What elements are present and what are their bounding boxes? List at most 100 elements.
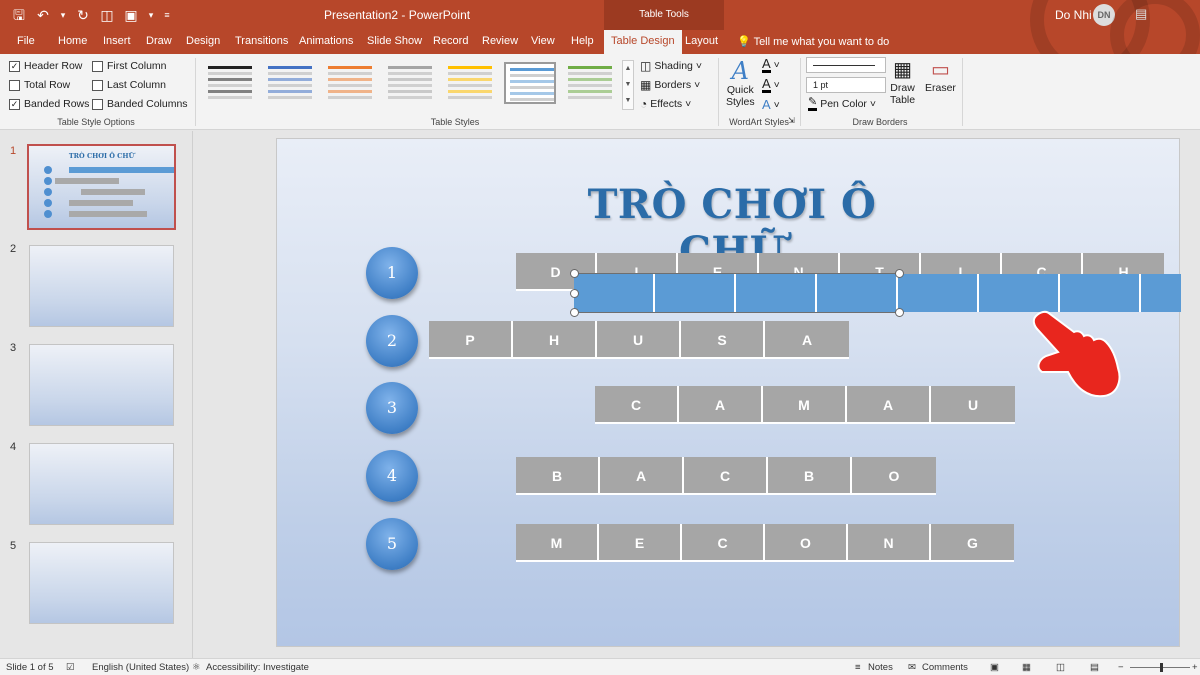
save-icon[interactable]: 🖫 — [10, 6, 28, 24]
letter-cell[interactable]: E — [599, 524, 682, 562]
gallery-scroll-arrows[interactable]: ▲ ▼ ▼ — [622, 60, 634, 110]
number-circle-4[interactable]: 4 — [366, 450, 418, 502]
letter-cell[interactable]: C — [595, 386, 679, 424]
tab-design[interactable]: Design — [186, 35, 220, 47]
tab-transitions[interactable]: Transitions — [235, 35, 288, 47]
slide-thumbnail-2[interactable] — [29, 245, 174, 327]
reading-view-icon[interactable]: ◫ — [1056, 662, 1065, 673]
number-circle-2[interactable]: 2 — [366, 315, 418, 367]
word-row-5[interactable]: MECONG — [516, 524, 1014, 562]
accessibility-icon[interactable]: ⚛ — [192, 662, 201, 673]
letter-cell[interactable]: M — [763, 386, 847, 424]
word-row-2[interactable]: PHUSA — [429, 321, 849, 359]
customize-qat-icon[interactable]: ≡ — [162, 6, 172, 24]
selected-table-cell[interactable] — [655, 274, 736, 312]
wordart-dialog-launcher-icon[interactable]: ⇲ — [788, 116, 795, 125]
letter-cell[interactable]: O — [765, 524, 848, 562]
letter-cell[interactable]: U — [597, 321, 681, 359]
normal-view-icon[interactable]: ▣ — [990, 662, 999, 673]
letter-cell[interactable]: P — [429, 321, 513, 359]
resize-handle[interactable] — [895, 269, 904, 278]
spell-check-icon[interactable]: ☑ — [66, 662, 75, 673]
slide-sorter-icon[interactable]: ▦ — [1022, 662, 1031, 673]
resize-handle[interactable] — [895, 308, 904, 317]
tab-insert[interactable]: Insert — [103, 35, 131, 47]
letter-cell[interactable]: B — [768, 457, 852, 495]
table-style-swatch[interactable] — [204, 62, 256, 104]
text-fill-button[interactable]: A ˅ — [762, 57, 780, 73]
language-indicator[interactable]: English (United States) — [92, 662, 189, 673]
number-circle-1[interactable]: 1 — [366, 247, 418, 299]
letter-cell[interactable]: H — [513, 321, 597, 359]
slide-thumbnail-4[interactable] — [29, 443, 174, 525]
letter-cell[interactable]: C — [682, 524, 765, 562]
undo-dropdown-icon[interactable]: ▾ — [58, 6, 68, 24]
selected-table-cell[interactable] — [1060, 274, 1141, 312]
pen-color-button[interactable]: ✎ Pen Color ˅ — [808, 97, 876, 111]
letter-cell[interactable]: C — [684, 457, 768, 495]
letter-cell[interactable]: O — [852, 457, 936, 495]
tab-animations[interactable]: Animations — [299, 35, 353, 47]
letter-cell[interactable]: A — [600, 457, 684, 495]
slide-thumbnail-5[interactable] — [29, 542, 174, 624]
letter-cell[interactable]: U — [931, 386, 1015, 424]
letter-cell[interactable]: N — [848, 524, 931, 562]
selected-table-cell[interactable] — [979, 274, 1060, 312]
undo-icon[interactable]: ↶ — [34, 6, 52, 24]
zoom-out-icon[interactable]: − — [1118, 662, 1124, 673]
present-icon[interactable]: ▣ — [122, 6, 140, 24]
first-column-checkbox[interactable]: First Column — [92, 60, 167, 72]
slide-show-icon[interactable]: ▤ — [1090, 662, 1099, 673]
tab-home[interactable]: Home — [58, 35, 87, 47]
number-circle-3[interactable]: 3 — [366, 382, 418, 434]
shading-button[interactable]: ◫ Shading ˅ — [640, 59, 702, 73]
effects-button[interactable]: ◔ Effects ˅ — [640, 97, 691, 111]
word-row-3[interactable]: CAMAU — [595, 386, 1015, 424]
eraser-button[interactable]: ▭ Eraser — [925, 58, 956, 94]
banded-rows-checkbox[interactable]: ✓ Banded Rows — [9, 98, 89, 110]
letter-cell[interactable]: A — [679, 386, 763, 424]
start-from-beginning-icon[interactable]: ◫ — [98, 6, 116, 24]
letter-cell[interactable]: G — [931, 524, 1014, 562]
resize-handle[interactable] — [570, 308, 579, 317]
resize-handle[interactable] — [570, 289, 579, 298]
number-circle-5[interactable]: 5 — [366, 518, 418, 570]
selected-blue-table[interactable] — [574, 274, 1181, 312]
table-style-swatch[interactable] — [564, 62, 616, 104]
comments-button[interactable]: Comments — [922, 662, 968, 673]
slide-thumbnail-1[interactable]: TRÒ CHƠI Ô CHỮ — [27, 144, 176, 230]
tab-layout[interactable]: Layout — [685, 35, 718, 47]
letter-cell[interactable]: A — [765, 321, 849, 359]
text-effects-button[interactable]: A ˅ — [762, 97, 780, 112]
word-row-4[interactable]: BACBO — [516, 457, 936, 495]
notes-button[interactable]: Notes — [868, 662, 893, 673]
letter-cell[interactable]: M — [516, 524, 599, 562]
pen-style-dropdown[interactable] — [806, 57, 886, 73]
tab-help[interactable]: Help — [571, 35, 594, 47]
letter-cell[interactable]: B — [516, 457, 600, 495]
redo-icon[interactable]: ↻ — [74, 6, 92, 24]
draw-table-button[interactable]: ▦ Draw Table — [890, 58, 915, 106]
table-style-swatch[interactable] — [444, 62, 496, 104]
quick-styles-button[interactable]: A Quick Styles — [726, 58, 755, 108]
tab-record[interactable]: Record — [433, 35, 468, 47]
banded-columns-checkbox[interactable]: Banded Columns — [92, 98, 188, 110]
pen-weight-dropdown[interactable]: 1 pt — [806, 77, 886, 93]
header-row-checkbox[interactable]: ✓ Header Row — [9, 60, 82, 72]
table-style-swatch[interactable] — [384, 62, 436, 104]
tell-me-search[interactable]: 💡 Tell me what you want to do — [737, 35, 889, 48]
table-style-swatch[interactable] — [504, 62, 556, 104]
resize-handle[interactable] — [570, 269, 579, 278]
selected-table-cell[interactable] — [1141, 274, 1181, 312]
tab-review[interactable]: Review — [482, 35, 518, 47]
slide-thumbnail-3[interactable] — [29, 344, 174, 426]
tab-table-design[interactable]: Table Design — [604, 30, 682, 54]
tab-draw[interactable]: Draw — [146, 35, 172, 47]
tab-file[interactable]: File — [17, 35, 35, 47]
last-column-checkbox[interactable]: Last Column — [92, 79, 166, 91]
letter-cell[interactable]: S — [681, 321, 765, 359]
zoom-slider-thumb[interactable] — [1160, 663, 1163, 672]
present-dropdown-icon[interactable]: ▾ — [146, 6, 156, 24]
selected-table-cell[interactable] — [817, 274, 898, 312]
tab-slide-show[interactable]: Slide Show — [367, 35, 422, 47]
